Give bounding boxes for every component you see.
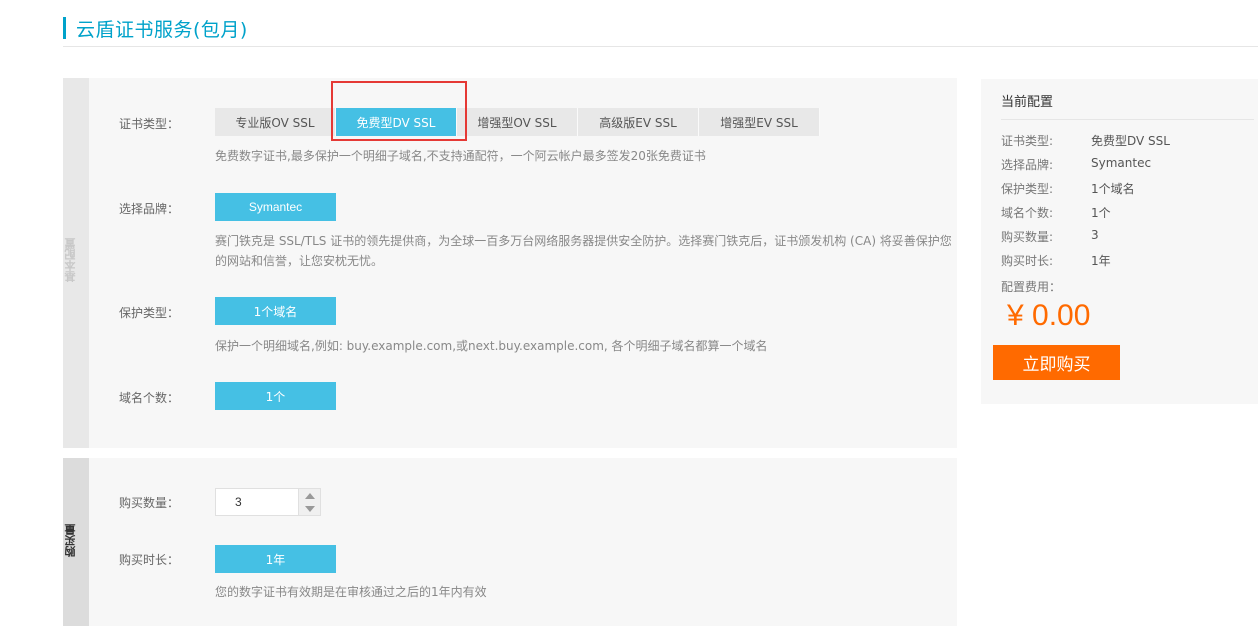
tab-enhanced-ov-ssl[interactable]: 增强型OV SSL — [457, 108, 578, 136]
brand-hint: 赛门铁克是 SSL/TLS 证书的领先提供商，为全球一百多万台网络服务器提供安全… — [215, 234, 952, 268]
protect-type-label: 保护类型： — [119, 306, 180, 320]
increment-button[interactable] — [299, 489, 320, 502]
page-title: 云盾证书服务(包月) — [76, 18, 248, 41]
protect-type-button[interactable]: 1个域名 — [215, 297, 336, 325]
config-row-label: 域名个数: — [1001, 206, 1054, 220]
domain-count-button[interactable]: 1个 — [215, 382, 336, 410]
brand-symantec-button[interactable]: Symantec — [215, 193, 336, 221]
purchase-section: 购买量 — [63, 458, 957, 626]
fee-label: 配置费用： — [1001, 280, 1062, 294]
domain-count-label: 域名个数： — [119, 391, 180, 405]
stepper-buttons — [298, 489, 320, 515]
current-config-panel: 当前配置 证书类型: 免费型DV SSL 选择品牌: Symantec 保护类型… — [981, 79, 1258, 404]
arrow-up-icon — [304, 492, 315, 499]
duration-label: 购买时长： — [119, 553, 180, 567]
title-accent-bar — [63, 17, 66, 39]
config-row-value: Symantec — [1091, 156, 1152, 170]
config-row-value: 3 — [1091, 228, 1099, 242]
basic-config-side-label: 基本配置 — [64, 238, 77, 282]
purchase-side-label: 购买量 — [64, 524, 77, 557]
config-row-label: 保护类型: — [1001, 182, 1054, 196]
quantity-stepper[interactable]: 3 — [215, 488, 321, 516]
config-title: 当前配置 — [1001, 95, 1054, 110]
config-row-value: 1年 — [1091, 254, 1111, 268]
config-row-label: 购买数量: — [1001, 230, 1054, 244]
config-row-value: 免费型DV SSL — [1091, 134, 1170, 148]
duration-hint: 您的数字证书有效期是在审核通过之后的1年内有效 — [215, 585, 487, 599]
cert-type-tabs: 专业版OV SSL 免费型DV SSL 增强型OV SSL 高级版EV SSL … — [215, 108, 820, 136]
protect-type-hint: 保护一个明细域名,例如: buy.example.com,或next.buy.e… — [215, 339, 768, 353]
brand-label: 选择品牌： — [119, 202, 180, 216]
tab-professional-ov-ssl[interactable]: 专业版OV SSL — [215, 108, 336, 136]
tab-free-dv-ssl[interactable]: 免费型DV SSL — [336, 108, 457, 136]
arrow-down-icon — [304, 505, 315, 512]
duration-button[interactable]: 1年 — [215, 545, 336, 573]
tab-advanced-ev-ssl[interactable]: 高级版EV SSL — [578, 108, 699, 136]
quantity-label: 购买数量： — [119, 496, 180, 510]
quantity-value[interactable]: 3 — [216, 489, 298, 515]
cert-type-label: 证书类型： — [119, 117, 180, 131]
price-value: ¥ 0.00 — [1007, 299, 1091, 332]
config-row-label: 选择品牌: — [1001, 158, 1054, 172]
decrement-button[interactable] — [299, 502, 320, 515]
header-divider — [63, 46, 1258, 47]
page-header: 云盾证书服务(包月) — [63, 16, 248, 41]
config-row-value: 1个 — [1091, 206, 1111, 220]
buy-now-button[interactable]: 立即购买 — [993, 345, 1120, 380]
config-row-label: 证书类型: — [1001, 134, 1054, 148]
tab-enhanced-ev-ssl[interactable]: 增强型EV SSL — [699, 108, 820, 136]
config-row-label: 购买时长: — [1001, 254, 1054, 268]
config-divider — [1001, 119, 1254, 120]
cert-type-hint: 免费数字证书,最多保护一个明细子域名,不支持通配符，一个阿云帐户最多签发20张免… — [215, 149, 706, 163]
config-row-value: 1个域名 — [1091, 182, 1135, 196]
